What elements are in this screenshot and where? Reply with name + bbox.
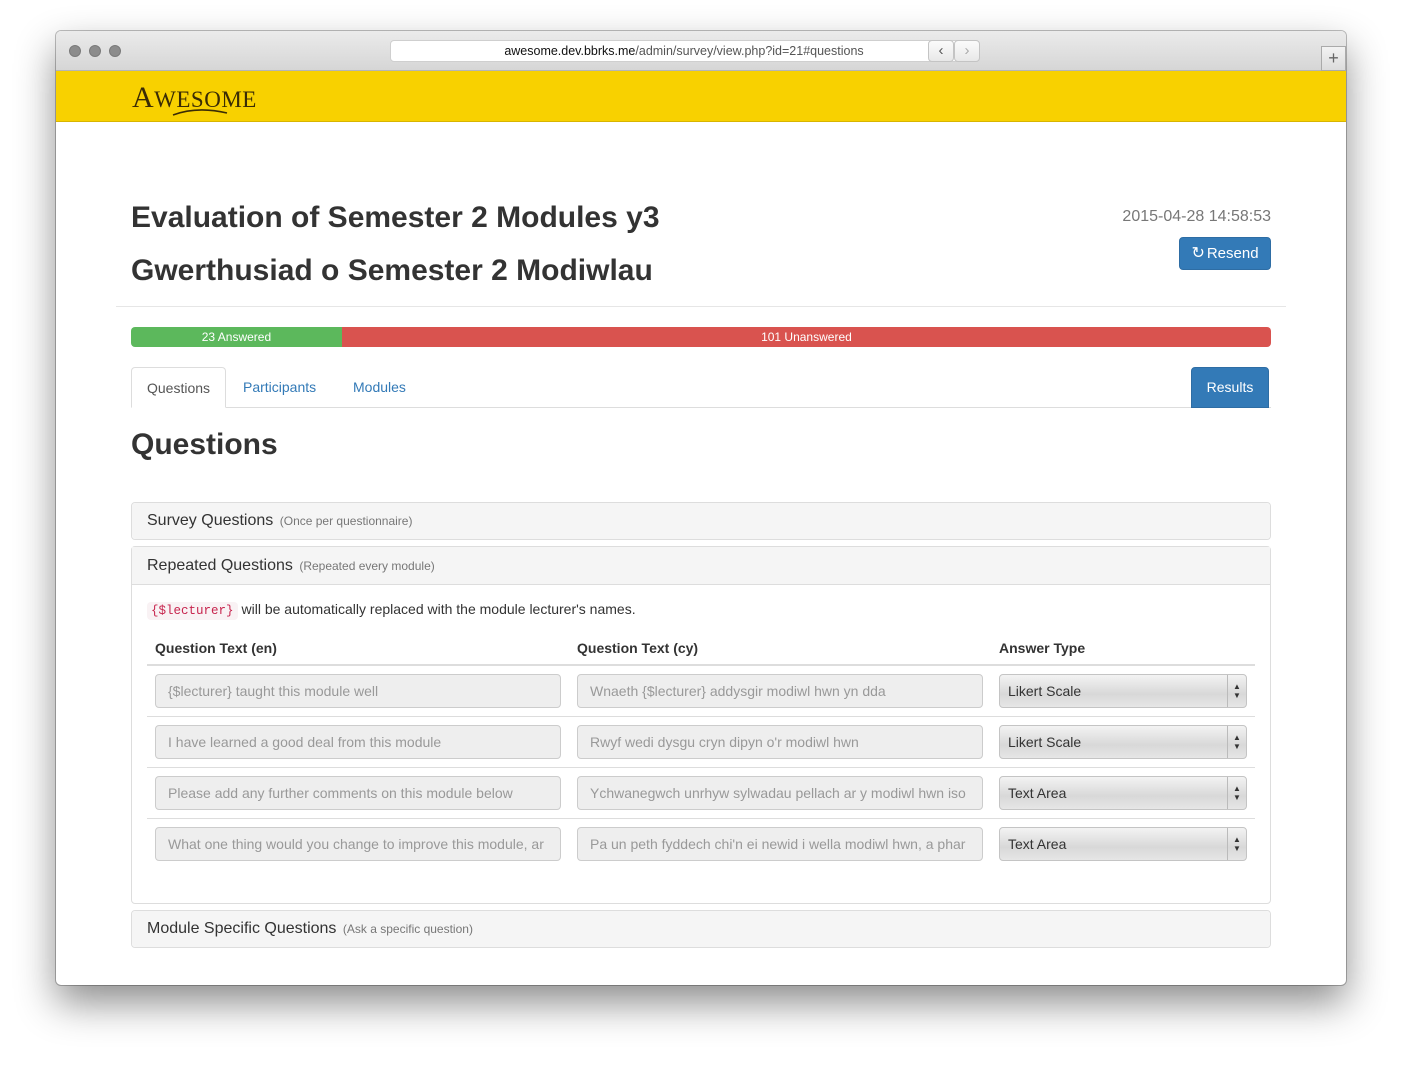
minimize-window-button[interactable] (89, 45, 101, 57)
close-window-button[interactable] (69, 45, 81, 57)
browser-titlebar: awesome.dev.bbrks.me/admin/survey/view.p… (56, 31, 1346, 71)
resend-button[interactable]: ↻ Resend (1179, 237, 1271, 270)
panel-title: Repeated Questions (147, 557, 293, 574)
url-path: /admin/survey/view.php?id=21#questions (635, 44, 864, 58)
survey-title-en: Evaluation of Semester 2 Modules y3 (131, 201, 660, 234)
repeated-questions-table: Question Text (en) Question Text (cy) An… (147, 629, 1255, 870)
select-arrows-icon: ▲ ▼ (1227, 675, 1246, 707)
survey-questions-panel[interactable]: Survey Questions (Once per questionnaire… (131, 502, 1271, 540)
note-text: will be automatically replaced with the … (241, 601, 636, 617)
forward-button[interactable]: › (954, 40, 980, 62)
column-header-en: Question Text (en) (155, 640, 277, 656)
resend-label: Resend (1206, 245, 1259, 262)
table-row: I have learned a good deal from this mod… (147, 717, 1255, 768)
module-specific-questions-panel[interactable]: Module Specific Questions (Ask a specifi… (131, 910, 1271, 948)
table-row: What one thing would you change to impro… (147, 819, 1255, 870)
repeated-questions-panel: Repeated Questions (Repeated every modul… (131, 546, 1271, 904)
select-arrows-icon: ▲ ▼ (1227, 726, 1246, 758)
question-text-en-input[interactable]: What one thing would you change to impro… (155, 827, 561, 861)
table-row: {$lecturer} taught this module well Wnaet… (147, 666, 1255, 717)
column-header-type: Answer Type (999, 640, 1086, 656)
back-button[interactable]: ‹ (928, 40, 954, 62)
response-progress-bar: 23 Answered 101 Unanswered (131, 327, 1271, 347)
logo-swoosh-icon (172, 109, 228, 116)
panel-subtitle: (Once per questionnaire) (279, 514, 413, 528)
table-body: {$lecturer} taught this module well Wnaet… (147, 666, 1255, 870)
question-text-en-input[interactable]: Please add any further comments on this … (155, 776, 561, 810)
module-specific-questions-header[interactable]: Module Specific Questions (Ask a specifi… (132, 911, 1270, 947)
questions-heading: Questions (131, 428, 278, 461)
column-header-cy: Question Text (cy) (577, 640, 699, 656)
survey-questions-header[interactable]: Survey Questions (Once per questionnaire… (132, 503, 1270, 539)
tab-participants[interactable]: Participants (228, 367, 331, 408)
header-divider (116, 306, 1286, 307)
panel-subtitle: (Repeated every module) (299, 559, 435, 573)
survey-timestamp: 2015-04-28 14:58:53 (1122, 208, 1271, 225)
url-host: awesome.dev.bbrks.me (504, 44, 636, 58)
panel-subtitle: (Ask a specific question) (342, 922, 473, 936)
browser-window: awesome.dev.bbrks.me/admin/survey/view.p… (56, 31, 1346, 985)
brand-bar: AWESOME (56, 71, 1346, 122)
results-button[interactable]: Results (1191, 367, 1269, 408)
select-arrows-icon: ▲ ▼ (1227, 828, 1246, 860)
lecturer-placeholder-code: {$lecturer} (147, 602, 238, 620)
question-text-en-input[interactable]: {$lecturer} taught this module well (155, 674, 561, 708)
answer-type-select[interactable]: Likert Scale ▲ ▼ (999, 725, 1247, 759)
new-tab-button[interactable]: + (1321, 46, 1346, 71)
lecturer-placeholder-note: {$lecturer} will be automatically replace… (147, 601, 636, 620)
address-bar[interactable]: awesome.dev.bbrks.me/admin/survey/view.p… (390, 40, 978, 62)
question-text-cy-input[interactable]: Rwyf wedi dysgu cryn dipyn o'r modiwl hw… (577, 725, 983, 759)
question-text-en-input[interactable]: I have learned a good deal from this mod… (155, 725, 561, 759)
table-row: Please add any further comments on this … (147, 768, 1255, 819)
survey-title-cy: Gwerthusiad o Semester 2 Modiwlau (131, 254, 653, 287)
panel-title: Survey Questions (147, 512, 274, 529)
logo-initial: A (132, 81, 155, 114)
answer-type-value: Likert Scale (1008, 734, 1082, 750)
unanswered-segment: 101 Unanswered (341, 327, 1271, 347)
answered-segment: 23 Answered (131, 327, 342, 347)
answer-type-select[interactable]: Likert Scale ▲ ▼ (999, 674, 1247, 708)
answer-type-value: Text Area (1008, 836, 1067, 852)
zoom-window-button[interactable] (109, 45, 121, 57)
question-text-cy-input[interactable]: Wnaeth {$lecturer} addysgir modiwl hwn y… (577, 674, 983, 708)
question-text-cy-input[interactable]: Pa un peth fyddech chi'n ei newid i well… (577, 827, 983, 861)
refresh-icon: ↻ (1191, 245, 1205, 262)
answer-type-select[interactable]: Text Area ▲ ▼ (999, 776, 1247, 810)
table-header: Question Text (en) Question Text (cy) An… (147, 629, 1255, 666)
answer-type-select[interactable]: Text Area ▲ ▼ (999, 827, 1247, 861)
answer-type-value: Likert Scale (1008, 683, 1082, 699)
select-arrows-icon: ▲ ▼ (1227, 777, 1246, 809)
tab-questions[interactable]: Questions (131, 367, 226, 408)
awesome-logo[interactable]: AWESOME (132, 81, 256, 119)
answer-type-value: Text Area (1008, 785, 1067, 801)
repeated-questions-header[interactable]: Repeated Questions (Repeated every modul… (132, 547, 1270, 585)
survey-tabs: Questions Participants Modules Results (131, 367, 1271, 408)
panel-title: Module Specific Questions (147, 920, 337, 937)
question-text-cy-input[interactable]: Ychwanegwch unrhyw sylwadau pellach ar y… (577, 776, 983, 810)
tab-modules[interactable]: Modules (338, 367, 421, 408)
